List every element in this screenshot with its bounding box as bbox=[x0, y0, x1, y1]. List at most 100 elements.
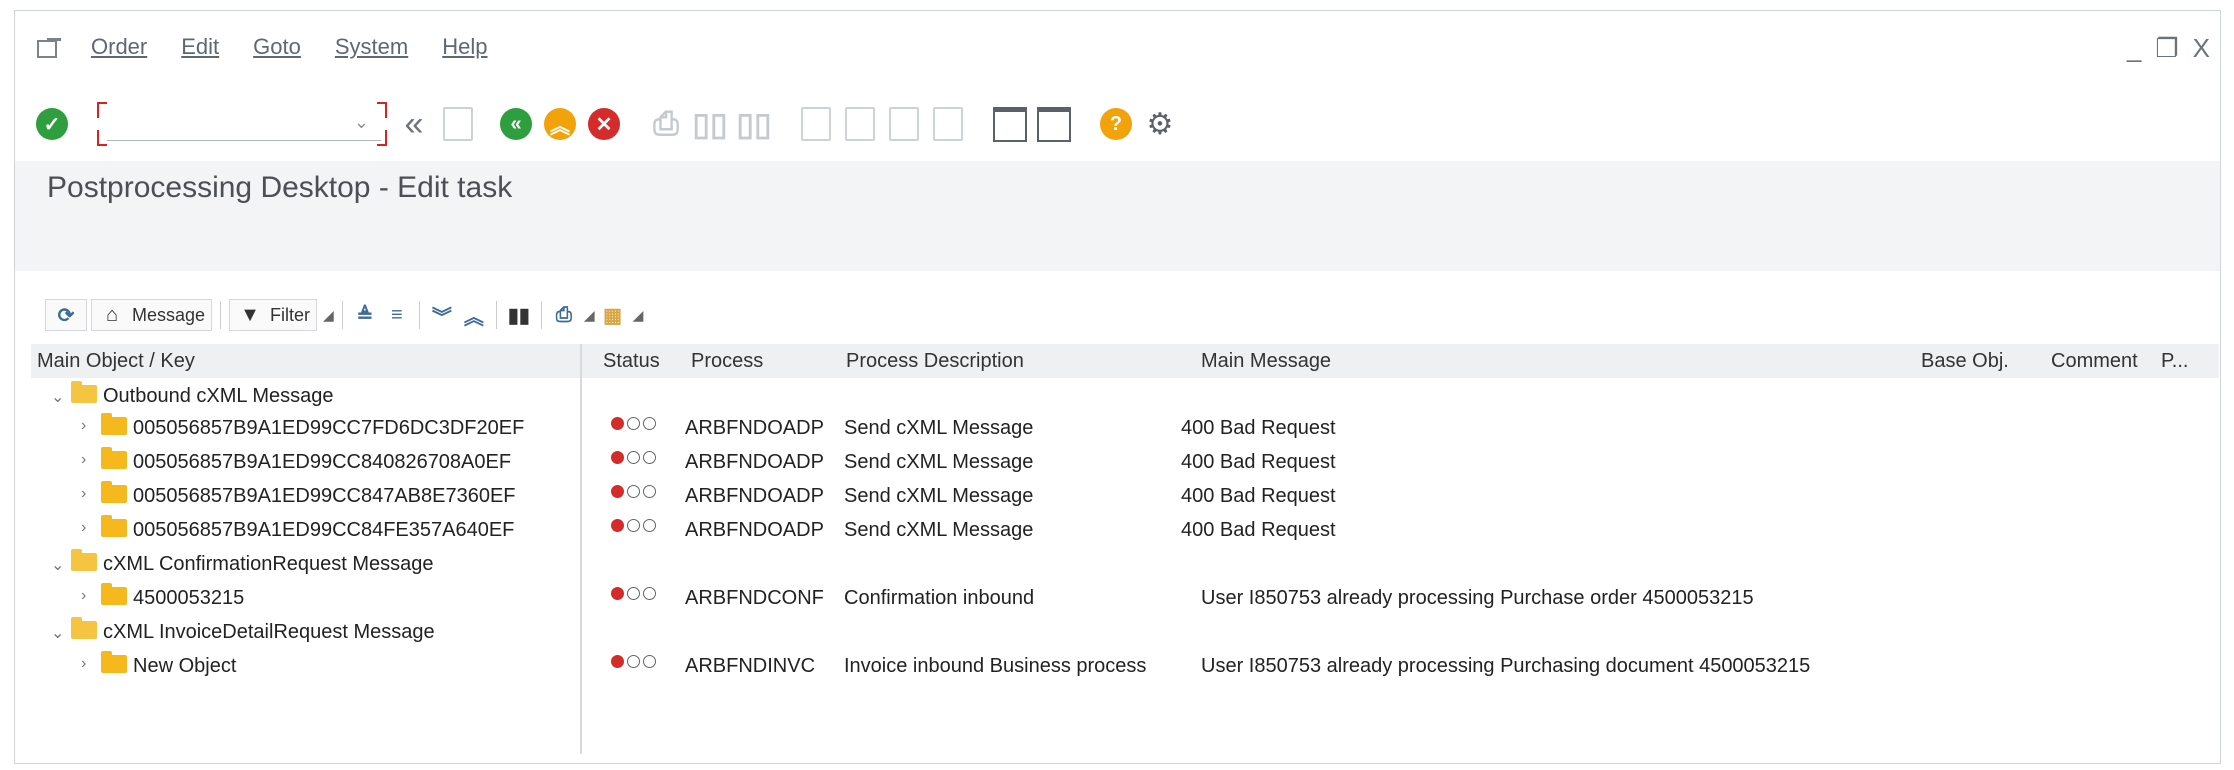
standard-toolbar: ✓ ⌄ « « ︽ ✕ ⎙ ▯▯ ▯▯ ? ⚙ bbox=[15, 89, 2220, 159]
window-controls: _ ❐ X bbox=[2127, 33, 2210, 64]
folder-open-icon bbox=[71, 549, 97, 571]
filter-button[interactable]: ▼ Filter bbox=[229, 299, 318, 331]
menu-options-icon[interactable] bbox=[37, 36, 63, 58]
message-label: Message bbox=[132, 304, 206, 325]
previous-page-icon[interactable] bbox=[843, 107, 877, 141]
refresh-button[interactable]: ⟳ bbox=[45, 299, 87, 331]
menu-order[interactable]: Order bbox=[91, 34, 147, 60]
back-double-icon[interactable]: « bbox=[397, 105, 431, 143]
filter-icon: ▼ bbox=[240, 303, 260, 326]
status-lights bbox=[611, 519, 656, 532]
tree-node-outbound[interactable]: ⌄ Outbound cXML Message bbox=[31, 381, 2219, 413]
table-row[interactable]: › 005056857B9A1ED99CC847AB8E7360EF ARBFN… bbox=[31, 481, 2219, 513]
sort-ascending-icon[interactable]: ≜ bbox=[351, 301, 379, 329]
restore-button[interactable]: ❐ bbox=[2155, 33, 2178, 64]
col-main-object[interactable]: Main Object / Key bbox=[37, 350, 195, 373]
next-page-icon[interactable] bbox=[887, 107, 921, 141]
application-toolbar bbox=[15, 221, 2220, 271]
cell-process-description: Confirmation inbound bbox=[844, 587, 1035, 609]
folder-icon bbox=[101, 413, 127, 435]
refresh-icon: ⟳ bbox=[57, 304, 75, 327]
print-icon[interactable]: ⎙ bbox=[649, 105, 683, 141]
cell-main-message: User I850753 already processing Purchase… bbox=[1201, 587, 1754, 609]
status-lights bbox=[611, 655, 656, 668]
cell-process: ARBFNDCONF bbox=[685, 587, 824, 609]
node-key: 005056857B9A1ED99CC84FE357A640EF bbox=[133, 519, 515, 541]
find-icon[interactable]: ▯▯ bbox=[692, 106, 727, 142]
menu-edit[interactable]: Edit bbox=[181, 34, 219, 60]
chevron-right-icon[interactable]: › bbox=[81, 451, 86, 469]
table-row[interactable]: › 005056857B9A1ED99CC7FD6DC3DF20EF ARBFN… bbox=[31, 413, 2219, 445]
print-icon-alv[interactable]: ⎙ bbox=[550, 301, 578, 329]
cell-process-description: Invoice inbound Business process bbox=[844, 655, 1147, 677]
chevron-right-icon[interactable]: › bbox=[81, 519, 86, 537]
first-page-icon[interactable] bbox=[799, 107, 833, 141]
command-input[interactable] bbox=[107, 110, 381, 141]
col-process[interactable]: Process bbox=[691, 350, 763, 373]
chevron-down-icon[interactable]: ⌄ bbox=[51, 555, 64, 575]
col-comment[interactable]: Comment bbox=[2051, 350, 2138, 373]
save-icon[interactable] bbox=[441, 107, 475, 141]
check-icon[interactable]: ✓ bbox=[35, 107, 69, 141]
sort-descending-icon[interactable]: ≡ bbox=[383, 301, 411, 329]
menu-system[interactable]: System bbox=[335, 34, 408, 60]
cancel-icon[interactable]: ✕ bbox=[587, 107, 621, 141]
table-row[interactable]: › 005056857B9A1ED99CC840826708A0EF ARBFN… bbox=[31, 447, 2219, 479]
find-next-icon[interactable]: ▯▯ bbox=[736, 106, 771, 142]
tree-node-confirmation[interactable]: ⌄ cXML ConfirmationRequest Message bbox=[31, 549, 2219, 581]
cell-process-description: Send cXML Message bbox=[844, 519, 1034, 541]
folder-icon bbox=[101, 481, 127, 503]
tree-node-invoice[interactable]: ⌄ cXML InvoiceDetailRequest Message bbox=[31, 617, 2219, 649]
folder-open-icon bbox=[71, 617, 97, 639]
close-window-button[interactable]: X bbox=[2193, 33, 2210, 64]
sap-window: Order Edit Goto System Help _ ❐ X ✓ ⌄ « … bbox=[14, 10, 2221, 764]
binoculars-icon: ⌂ bbox=[105, 303, 119, 326]
node-key: 005056857B9A1ED99CC840826708A0EF bbox=[133, 451, 512, 473]
back-icon[interactable]: « bbox=[499, 107, 533, 141]
chevron-down-icon[interactable]: ⌄ bbox=[51, 623, 64, 643]
status-lights bbox=[611, 485, 656, 498]
exit-icon[interactable]: ︽ bbox=[543, 107, 577, 141]
node-key: 005056857B9A1ED99CC847AB8E7360EF bbox=[133, 485, 516, 507]
cell-main-message: 400 Bad Request bbox=[1181, 417, 1336, 439]
folder-open-icon bbox=[71, 381, 97, 403]
find-icon-alv[interactable]: ▮▮ bbox=[505, 301, 533, 329]
table-row[interactable]: › New Object ARBFNDINVC Invoice inbound … bbox=[31, 651, 2219, 683]
col-process-description[interactable]: Process Description bbox=[846, 350, 1024, 373]
settings-icon[interactable]: ⚙ bbox=[1143, 107, 1177, 141]
menu-goto[interactable]: Goto bbox=[253, 34, 301, 60]
chevron-right-icon[interactable]: › bbox=[81, 485, 86, 503]
message-button[interactable]: ⌂ Message bbox=[91, 299, 213, 331]
chevron-right-icon[interactable]: › bbox=[81, 655, 86, 673]
layout-dropdown-icon[interactable]: ◢ bbox=[633, 307, 644, 324]
filter-dropdown-icon[interactable]: ◢ bbox=[323, 307, 334, 324]
status-lights bbox=[611, 587, 656, 600]
new-session-icon[interactable] bbox=[993, 106, 1027, 142]
help-icon[interactable]: ? bbox=[1099, 107, 1133, 141]
shortcut-icon[interactable] bbox=[1037, 106, 1071, 142]
print-dropdown-icon[interactable]: ◢ bbox=[584, 307, 595, 324]
cell-process: ARBFNDOADP bbox=[685, 485, 824, 507]
node-key: New Object bbox=[133, 655, 237, 677]
command-field[interactable]: ⌄ bbox=[97, 102, 387, 146]
layout-icon[interactable]: ▦ bbox=[599, 301, 627, 329]
col-status[interactable]: Status bbox=[603, 350, 660, 373]
table-row[interactable]: › 005056857B9A1ED99CC84FE357A640EF ARBFN… bbox=[31, 515, 2219, 547]
folder-icon bbox=[101, 651, 127, 673]
col-main-message[interactable]: Main Message bbox=[1201, 350, 1331, 373]
chevron-right-icon[interactable]: › bbox=[81, 417, 86, 435]
cell-process: ARBFNDOADP bbox=[685, 417, 824, 439]
col-base-obj[interactable]: Base Obj. bbox=[1921, 350, 2009, 373]
expand-all-icon[interactable]: ︾ bbox=[428, 301, 456, 329]
col-p[interactable]: P... bbox=[2161, 350, 2188, 373]
node-label: cXML ConfirmationRequest Message bbox=[103, 553, 434, 575]
table-row[interactable]: › 4500053215 ARBFNDCONF Confirmation inb… bbox=[31, 583, 2219, 615]
chevron-right-icon[interactable]: › bbox=[81, 587, 86, 605]
chevron-down-icon[interactable]: ⌄ bbox=[354, 112, 369, 133]
menu-help[interactable]: Help bbox=[442, 34, 487, 60]
last-page-icon[interactable] bbox=[931, 107, 965, 141]
chevron-down-icon[interactable]: ⌄ bbox=[51, 387, 64, 407]
cell-process-description: Send cXML Message bbox=[844, 485, 1034, 507]
collapse-all-icon[interactable]: ︽ bbox=[460, 301, 488, 329]
minimize-button[interactable]: _ bbox=[2127, 33, 2141, 64]
